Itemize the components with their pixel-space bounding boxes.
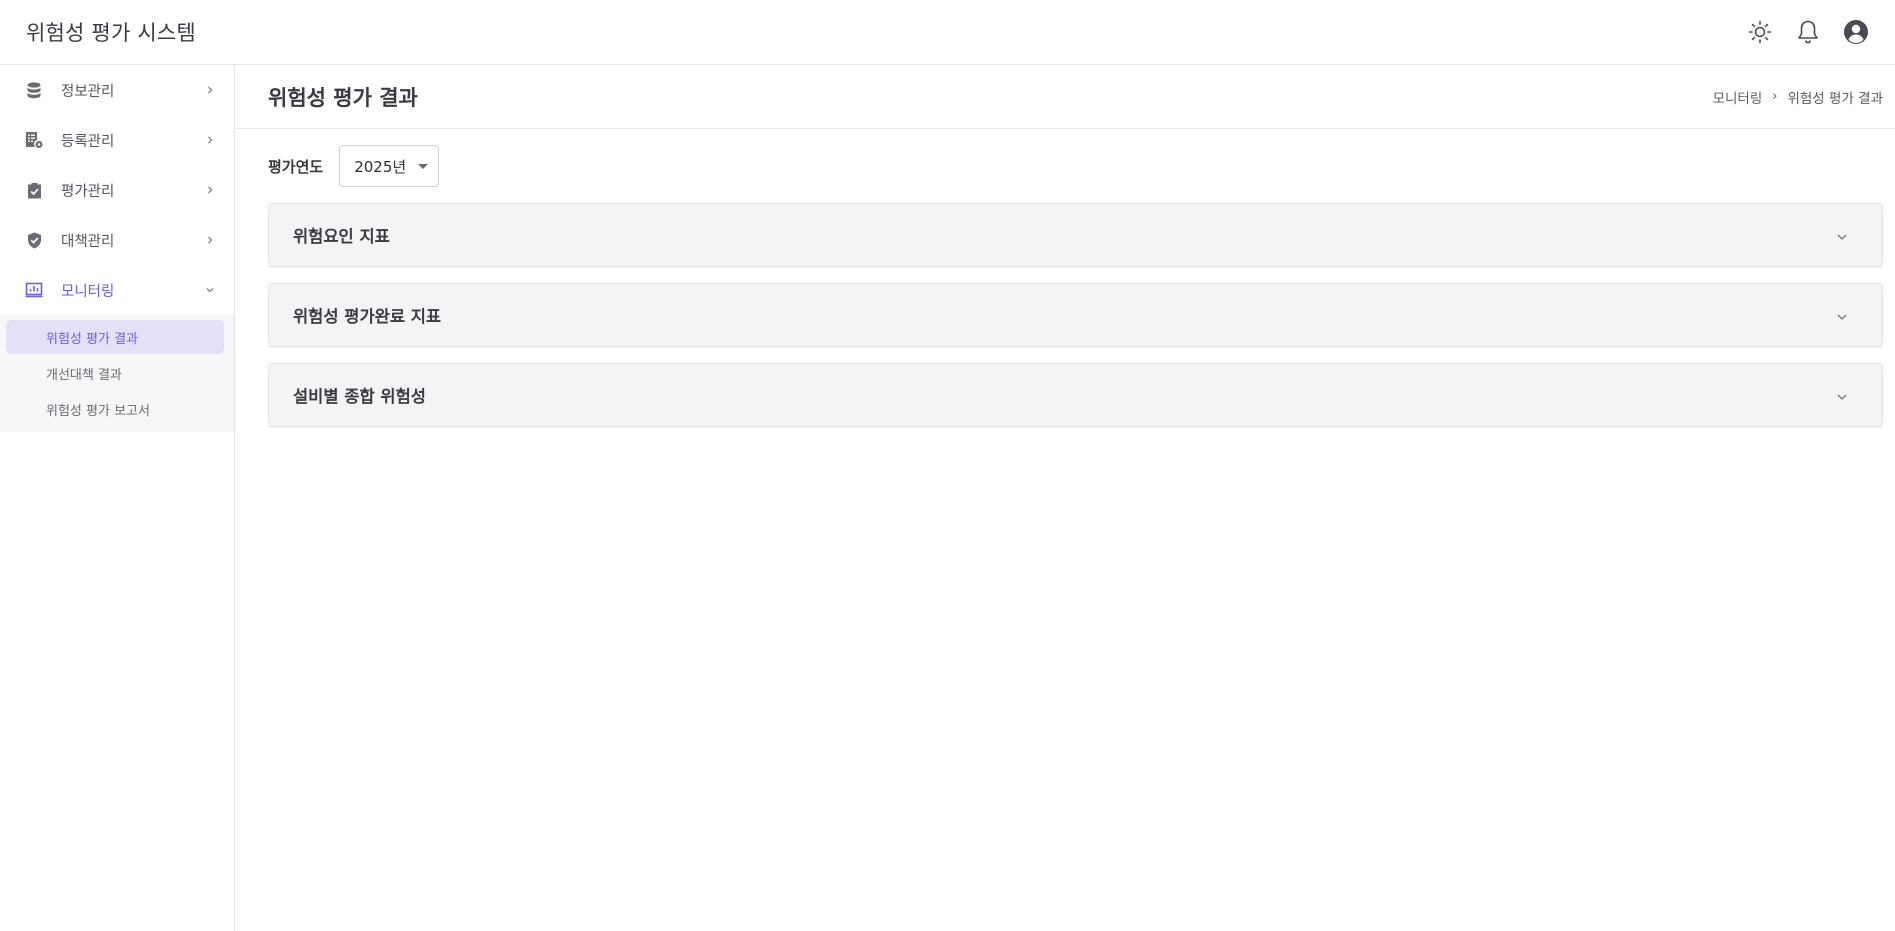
sidebar-item-monitoring[interactable]: 모니터링 — [0, 265, 234, 315]
shield-icon — [25, 231, 43, 249]
sidebar-item-label: 대책관리 — [61, 233, 115, 250]
chevron-down-icon — [204, 284, 216, 296]
accordion-title: 위험성 평가완료 지표 — [293, 307, 442, 326]
sidebar-item-register[interactable]: 등록관리 — [0, 115, 234, 165]
chevron-down-icon — [1836, 386, 1848, 405]
breadcrumb-parent[interactable]: 모니터링 — [1713, 87, 1763, 107]
sun-icon[interactable] — [1747, 19, 1773, 45]
breadcrumb-current: 위험성 평가 결과 — [1787, 90, 1883, 107]
chevron-right-icon — [204, 234, 216, 246]
register-icon — [25, 131, 43, 149]
accordion-equipment-risk[interactable]: 설비별 종합 위험성 — [268, 363, 1883, 427]
breadcrumb-separator: › — [1772, 89, 1778, 104]
accordion-list: 위험요인 지표 위험성 평가완료 지표 설비별 종합 위험성 — [236, 187, 1895, 427]
accordion-title: 위험요인 지표 — [293, 227, 390, 246]
accordion-assessment-complete-indicator[interactable]: 위험성 평가완료 지표 — [268, 283, 1883, 347]
sidebar-item-label: 등록관리 — [61, 133, 115, 150]
submenu-item-risk-result[interactable]: 위험성 평가 결과 — [6, 320, 224, 354]
clipboard-icon — [25, 181, 43, 199]
sidebar-item-countermeasure[interactable]: 대책관리 — [0, 215, 234, 265]
top-header: 위험성 평가 시스템 — [0, 0, 1895, 65]
page-header: 위험성 평가 결과 모니터링 › 위험성 평가 결과 — [236, 65, 1895, 129]
chart-icon — [25, 281, 43, 299]
database-icon — [25, 81, 43, 99]
monitoring-submenu: 위험성 평가 결과 개선대책 결과 위험성 평가 보고서 — [0, 315, 234, 432]
year-select[interactable]: 2025년 — [339, 145, 440, 187]
breadcrumb: 모니터링 › 위험성 평가 결과 — [1713, 87, 1883, 107]
chevron-right-icon — [204, 184, 216, 196]
chevron-right-icon — [204, 84, 216, 96]
sidebar-item-label: 정보관리 — [61, 83, 115, 100]
submenu-item-improvement-result[interactable]: 개선대책 결과 — [6, 356, 224, 390]
filter-row: 평가연도 2025년 — [236, 129, 1895, 187]
caret-down-icon — [418, 163, 429, 169]
sidebar-item-label: 평가관리 — [61, 183, 115, 200]
sidebar-item-evaluation[interactable]: 평가관리 — [0, 165, 234, 215]
submenu-item-risk-report[interactable]: 위험성 평가 보고서 — [6, 392, 224, 426]
sidebar: 정보관리 등록관리 평가관리 대책관리 모니터링 위험성 평가 결과 개선대책 … — [0, 65, 235, 931]
header-actions — [1747, 19, 1869, 45]
accordion-risk-factor-indicator[interactable]: 위험요인 지표 — [268, 203, 1883, 267]
year-filter-label: 평가연도 — [268, 157, 324, 176]
year-select-value: 2025년 — [354, 157, 407, 176]
chevron-right-icon — [204, 134, 216, 146]
accordion-title: 설비별 종합 위험성 — [293, 387, 426, 406]
main-content: 위험성 평가 결과 모니터링 › 위험성 평가 결과 평가연도 2025년 위험… — [236, 65, 1895, 931]
sidebar-item-label: 모니터링 — [61, 283, 115, 300]
page-title: 위험성 평가 결과 — [268, 85, 418, 110]
chevron-down-icon — [1836, 306, 1848, 325]
bell-icon[interactable] — [1795, 19, 1821, 45]
user-icon[interactable] — [1843, 19, 1869, 45]
sidebar-item-info[interactable]: 정보관리 — [0, 65, 234, 115]
app-title: 위험성 평가 시스템 — [26, 21, 196, 45]
chevron-down-icon — [1836, 226, 1848, 245]
